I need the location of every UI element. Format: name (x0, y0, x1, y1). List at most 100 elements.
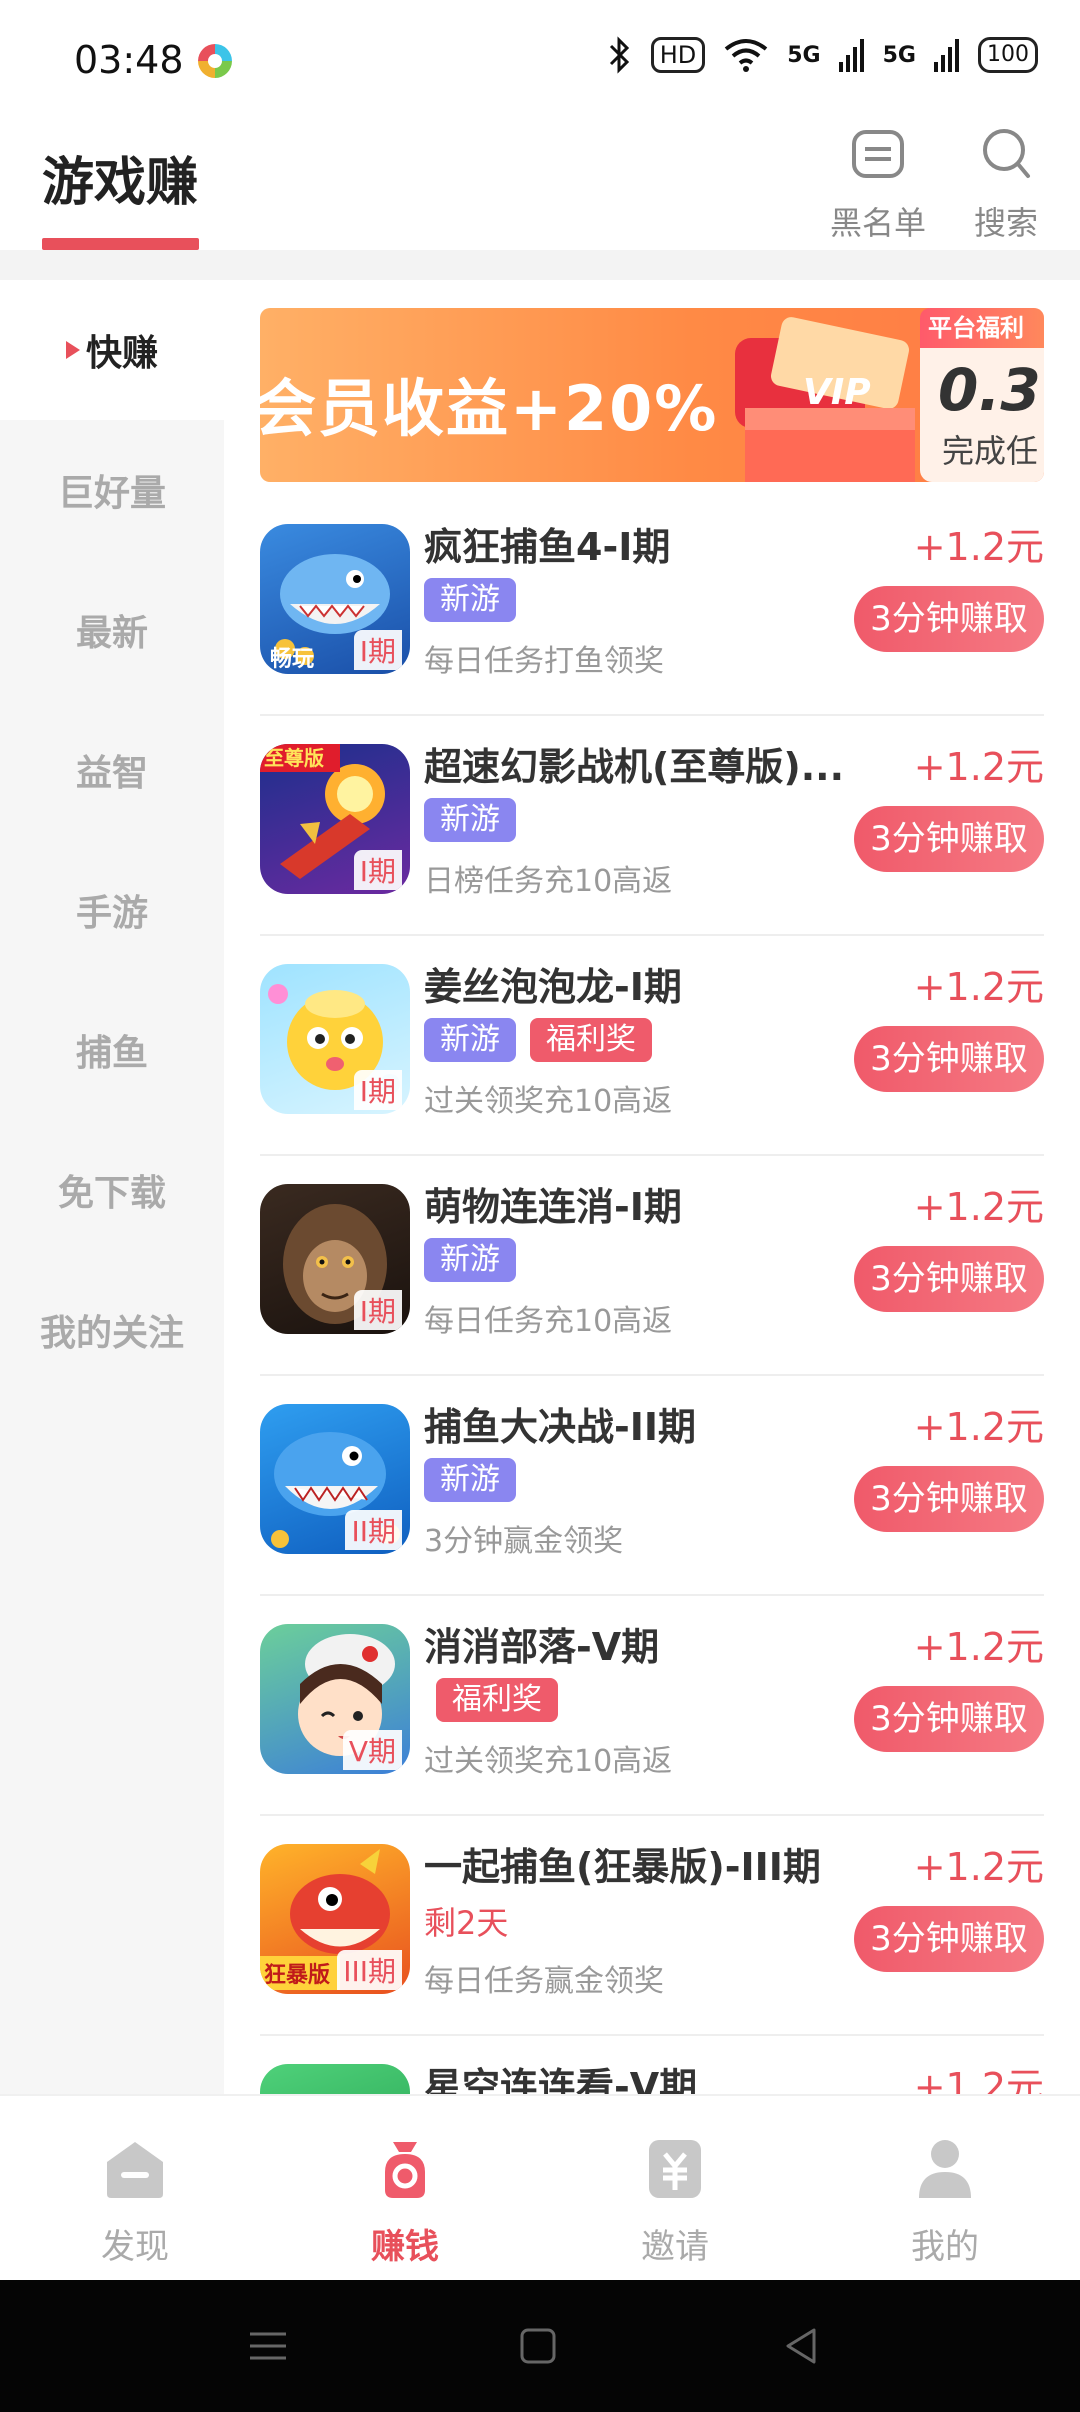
sidebar-item-label: 免下载 (57, 1173, 166, 1214)
svg-text:狂暴版: 狂暴版 (264, 1963, 330, 1988)
period-label: II期 (345, 1510, 402, 1550)
game-name: 一起捕鱼(狂暴版)-III期 (424, 1845, 821, 1889)
home-icon (107, 2142, 163, 2198)
menu-icon[interactable] (246, 2324, 290, 2368)
reward-amount: +1.2元 (913, 1405, 1044, 1449)
game-tags: 新游 福利奖 (424, 1018, 652, 1062)
sidebar-item-latest[interactable]: 最新 (0, 560, 224, 700)
game-description: 3分钟赢金领奖 (424, 1524, 624, 1559)
period-label: I期 (353, 850, 402, 890)
tag-new: 新游 (424, 1018, 516, 1062)
game-row[interactable]: 至尊版 I期 超速幻影战机(至尊版)... 新游 日榜任务充10高返 +1.2元… (260, 716, 1044, 936)
promo-banner[interactable]: 级会员收益+20% VIP 平台福利 0.3 完成任 (260, 308, 1044, 482)
game-row[interactable]: II期 捕鱼大决战-II期 新游 3分钟赢金领奖 +1.2元 3分钟赚取 (260, 1376, 1044, 1596)
game-icon: 至尊版 I期 (260, 744, 410, 894)
banner-text: 级会员收益+20% (260, 372, 719, 445)
benefit-card-subtitle: 完成任 (942, 432, 1039, 470)
vip-badge: VIP (803, 372, 871, 413)
sidebar-item-following[interactable]: 我的关注 (0, 1260, 224, 1400)
earn-button[interactable]: 3分钟赚取 (854, 586, 1044, 652)
sidebar-item-puzzle[interactable]: 益智 (0, 700, 224, 840)
game-description: 每日任务充10高返 (424, 1304, 673, 1339)
sidebar-item-fishing[interactable]: 捕鱼 (0, 980, 224, 1120)
hd-badge: HD (650, 37, 706, 73)
reward-amount: +1.2元 (913, 745, 1044, 789)
game-name: 捕鱼大决战-II期 (424, 1405, 697, 1449)
tag-bonus: 福利奖 (530, 1018, 652, 1062)
sidebar-item-label: 手游 (75, 893, 148, 934)
sidebar-item-mobile-games[interactable]: 手游 (0, 840, 224, 980)
game-icon: 狂暴版 III期 (260, 1844, 410, 1994)
active-indicator (65, 341, 80, 359)
game-icon: I期 (260, 1184, 410, 1334)
game-icon: I期 (260, 964, 410, 1114)
game-row[interactable]: I期 姜丝泡泡龙-I期 新游 福利奖 过关领奖充10高返 +1.2元 3分钟赚取 (260, 936, 1044, 1156)
search-label: 搜索 (974, 204, 1039, 242)
game-tags: 新游 (424, 578, 516, 622)
page-title: 游戏赚 (42, 153, 199, 213)
earn-button[interactable]: 3分钟赚取 (854, 1906, 1044, 1972)
game-name: 超速幻影战机(至尊版)... (424, 745, 845, 789)
game-row[interactable]: 狂暴版 III期 一起捕鱼(狂暴版)-III期 剩2天 每日任务赢金领奖 +1.… (260, 1816, 1044, 2036)
game-tags: 新游 (424, 1238, 516, 1282)
blacklist-button[interactable]: 黑名单 (830, 126, 926, 244)
game-row[interactable]: I期 萌物连连消-I期 新游 每日任务充10高返 +1.2元 3分钟赚取 (260, 1156, 1044, 1376)
tag-bonus: 福利奖 (436, 1678, 558, 1722)
game-name: 疯狂捕鱼4-I期 (424, 525, 671, 569)
benefit-card-tag: 平台福利 (920, 308, 1044, 348)
nav-label: 发现 (101, 2227, 169, 2267)
earn-button[interactable]: 3分钟赚取 (854, 1026, 1044, 1092)
sidebar-item-kuaizhuan[interactable]: 快赚 (0, 280, 224, 420)
game-row[interactable]: 星空连连看-V期 +1.2元 (260, 2036, 1044, 2094)
game-description: 每日任务赢金领奖 (424, 1964, 664, 1999)
game-row[interactable]: 畅玩 I期 疯狂捕鱼4-I期 新游 每日任务打鱼领奖 +1.2元 3分钟赚取 (260, 496, 1044, 716)
earn-button[interactable]: 3分钟赚取 (854, 1686, 1044, 1752)
nav-discover[interactable]: 发现 (0, 2094, 270, 2280)
tag-new: 新游 (424, 798, 516, 842)
status-time: 03:48 (74, 38, 184, 82)
signal-1-icon (838, 39, 864, 72)
list-icon (852, 130, 904, 178)
game-tags: 新游 (424, 1458, 516, 1502)
game-row[interactable]: V期 消消部落-V期 福利奖 过关领奖充10高返 +1.2元 3分钟赚取 (260, 1596, 1044, 1816)
search-button[interactable]: 搜索 (974, 126, 1038, 244)
signal-1-label: 5G (787, 42, 821, 68)
back-icon[interactable] (780, 2324, 824, 2368)
game-icon: 畅玩 I期 (260, 524, 410, 674)
sidebar-item-no-download[interactable]: 免下载 (0, 1120, 224, 1260)
game-description: 每日任务打鱼领奖 (424, 644, 664, 679)
title-underline (42, 238, 199, 250)
nav-mine[interactable]: 我的 (810, 2094, 1080, 2280)
earn-button[interactable]: 3分钟赚取 (854, 1246, 1044, 1312)
sidebar-item-label: 捕鱼 (75, 1033, 148, 1074)
sidebar-item-label: 最新 (75, 613, 148, 654)
user-icon (919, 2140, 971, 2198)
wifi-icon (725, 39, 768, 72)
earn-button[interactable]: 3分钟赚取 (854, 1466, 1044, 1532)
system-navigation-bar (0, 2280, 1080, 2412)
nav-invite[interactable]: 邀请 (540, 2094, 810, 2280)
status-icons: HD 5G 5G 100 (607, 36, 1038, 74)
sidebar-item-juhaoliang[interactable]: 巨好量 (0, 420, 224, 560)
search-icon (983, 129, 1030, 178)
game-description: 日榜任务充10高返 (424, 864, 673, 899)
game-icon: V期 (260, 1624, 410, 1774)
signal-2-label: 5G (882, 42, 916, 68)
nav-earn[interactable]: 赚钱 (270, 2094, 540, 2280)
reward-amount: +1.2元 (913, 2065, 1044, 2094)
home-square-icon[interactable] (516, 2324, 560, 2368)
period-label: I期 (353, 630, 402, 670)
period-label: I期 (353, 1290, 402, 1330)
tag-new: 新游 (424, 1458, 516, 1502)
status-bar: 03:48 HD 5G 5G 100 (0, 0, 1080, 110)
period-label: III期 (337, 1950, 402, 1990)
reward-amount: +1.2元 (913, 1185, 1044, 1229)
benefit-card: 平台福利 0.3 完成任 (920, 308, 1044, 482)
header-divider (0, 250, 1080, 280)
category-sidebar: 快赚 巨好量 最新 益智 手游 捕鱼 免下载 我的关注 (0, 280, 224, 2094)
sidebar-item-label: 益智 (75, 753, 148, 794)
tag-new: 新游 (424, 578, 516, 622)
earn-button[interactable]: 3分钟赚取 (854, 806, 1044, 872)
app-notification-icon (198, 44, 232, 78)
svg-text:畅玩: 畅玩 (270, 647, 314, 672)
